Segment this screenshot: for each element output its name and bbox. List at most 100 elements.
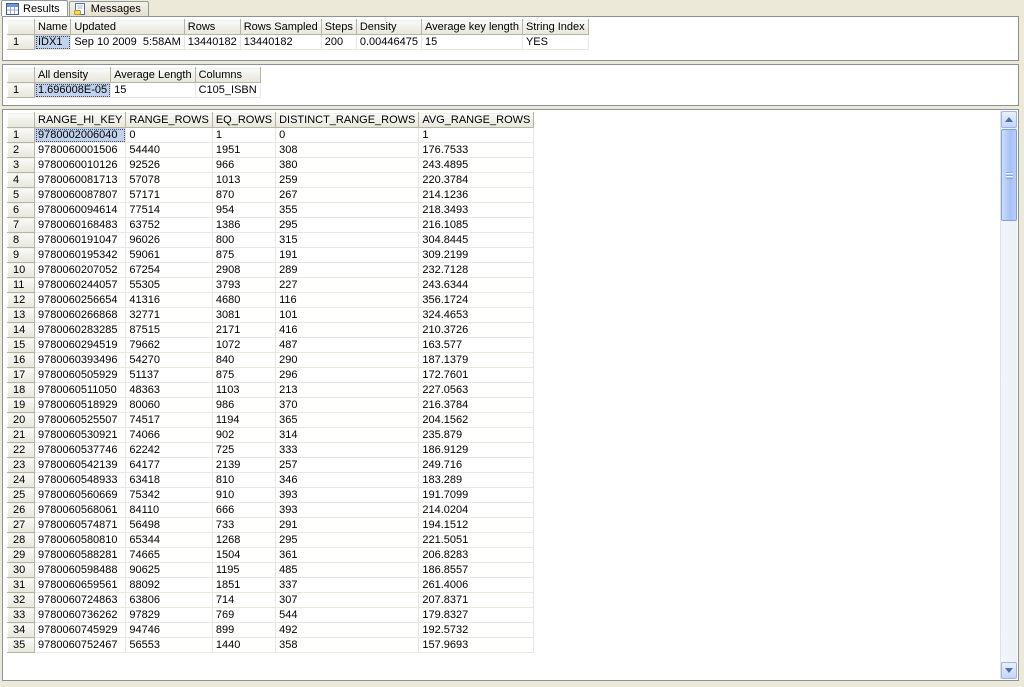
column-header-rows-sampled[interactable]: Rows Sampled bbox=[240, 20, 321, 35]
grid-cell[interactable]: 9780060659561 bbox=[35, 578, 126, 593]
grid-cell[interactable]: 9780060568061 bbox=[35, 503, 126, 518]
grid-cell[interactable]: 227 bbox=[276, 278, 419, 293]
column-header-columns[interactable]: Columns bbox=[195, 68, 260, 83]
grid-cell[interactable]: 0.00446475 bbox=[356, 35, 421, 50]
row-header-cell[interactable]: 20 bbox=[8, 413, 35, 428]
row-header-cell[interactable]: 9 bbox=[8, 248, 35, 263]
grid-cell[interactable]: 232.7128 bbox=[419, 263, 534, 278]
column-header-eq-rows[interactable]: EQ_ROWS bbox=[212, 113, 275, 128]
row-header-cell[interactable]: 10 bbox=[8, 263, 35, 278]
grid-cell[interactable]: 296 bbox=[276, 368, 419, 383]
grid-cell[interactable]: 64177 bbox=[126, 458, 212, 473]
row-header-cell[interactable]: 8 bbox=[8, 233, 35, 248]
grid-cell[interactable]: 116 bbox=[276, 293, 419, 308]
grid-cell[interactable]: 356.1724 bbox=[419, 293, 534, 308]
grid-cell[interactable]: 954 bbox=[212, 203, 275, 218]
column-header-name[interactable]: Name bbox=[35, 20, 71, 35]
grid-cell[interactable]: 204.1562 bbox=[419, 413, 534, 428]
grid-cell[interactable]: 48363 bbox=[126, 383, 212, 398]
grid-cell[interactable]: 94746 bbox=[126, 623, 212, 638]
grid-cell[interactable]: 416 bbox=[276, 323, 419, 338]
column-header-rows[interactable]: Rows bbox=[184, 20, 240, 35]
row-header-cell[interactable]: 33 bbox=[8, 608, 35, 623]
row-header-cell[interactable]: 1 bbox=[8, 128, 35, 143]
column-header-distinct-range-rows[interactable]: DISTINCT_RANGE_ROWS bbox=[276, 113, 419, 128]
grid-cell[interactable]: 9780060393496 bbox=[35, 353, 126, 368]
grid-cell[interactable]: 176.7533 bbox=[419, 143, 534, 158]
grid-cell[interactable]: 487 bbox=[276, 338, 419, 353]
row-header-cell[interactable]: 27 bbox=[8, 518, 35, 533]
grid-cell[interactable]: 666 bbox=[212, 503, 275, 518]
row-header-cell[interactable]: 19 bbox=[8, 398, 35, 413]
row-header-cell[interactable]: 26 bbox=[8, 503, 35, 518]
grid-cell[interactable]: 9780060001506 bbox=[35, 143, 126, 158]
grid-cell[interactable]: 163.577 bbox=[419, 338, 534, 353]
grid-cell[interactable]: 15 bbox=[111, 83, 195, 98]
grid-cell[interactable]: 9780060094614 bbox=[35, 203, 126, 218]
grid-cell[interactable]: 307 bbox=[276, 593, 419, 608]
row-header-cell[interactable]: 1 bbox=[8, 83, 35, 98]
grid-cell[interactable]: 56498 bbox=[126, 518, 212, 533]
grid-cell[interactable]: 393 bbox=[276, 488, 419, 503]
grid-cell[interactable]: 1504 bbox=[212, 548, 275, 563]
grid-cell[interactable]: 9780060168483 bbox=[35, 218, 126, 233]
grid-cell[interactable]: 1195 bbox=[212, 563, 275, 578]
grid-cell[interactable]: 97829 bbox=[126, 608, 212, 623]
grid-cell[interactable]: 221.5051 bbox=[419, 533, 534, 548]
grid-cell[interactable]: 67254 bbox=[126, 263, 212, 278]
grid-cell[interactable]: 13440182 bbox=[184, 35, 240, 50]
grid-cell[interactable]: 214.0204 bbox=[419, 503, 534, 518]
grid-cell[interactable]: 261.4006 bbox=[419, 578, 534, 593]
grid-cell[interactable]: 9780060530921 bbox=[35, 428, 126, 443]
grid-cell[interactable]: 485 bbox=[276, 563, 419, 578]
grid-cell[interactable]: 9780060752467 bbox=[35, 638, 126, 653]
grid-cell[interactable]: 2139 bbox=[212, 458, 275, 473]
row-header-cell[interactable]: 17 bbox=[8, 368, 35, 383]
grid-cell[interactable]: 9780060580810 bbox=[35, 533, 126, 548]
grid-cell[interactable]: 80060 bbox=[126, 398, 212, 413]
scroll-up-button[interactable] bbox=[1001, 111, 1017, 128]
grid-cell[interactable]: 1 bbox=[419, 128, 534, 143]
grid-cell[interactable]: 870 bbox=[212, 188, 275, 203]
grid-cell[interactable]: 308 bbox=[276, 143, 419, 158]
column-header-steps[interactable]: Steps bbox=[321, 20, 356, 35]
vertical-scrollbar[interactable] bbox=[1000, 111, 1017, 679]
grid-cell[interactable]: Sep 10 2009 5:58AM bbox=[71, 35, 184, 50]
grid-cell[interactable]: 333 bbox=[276, 443, 419, 458]
grid-cell[interactable]: 186.9129 bbox=[419, 443, 534, 458]
grid-cell[interactable]: 492 bbox=[276, 623, 419, 638]
grid-cell[interactable]: 315 bbox=[276, 233, 419, 248]
grid-cell[interactable]: 725 bbox=[212, 443, 275, 458]
grid-cell[interactable]: 295 bbox=[276, 218, 419, 233]
grid-cell[interactable]: 63752 bbox=[126, 218, 212, 233]
grid-cell[interactable]: 92526 bbox=[126, 158, 212, 173]
row-header-cell[interactable]: 16 bbox=[8, 353, 35, 368]
corner-header-cell[interactable] bbox=[8, 113, 35, 128]
grid-cell[interactable]: 9780060574871 bbox=[35, 518, 126, 533]
row-header-cell[interactable]: 29 bbox=[8, 548, 35, 563]
grid-cell[interactable]: 90625 bbox=[126, 563, 212, 578]
row-header-cell[interactable]: 21 bbox=[8, 428, 35, 443]
grid-cell[interactable]: 63806 bbox=[126, 593, 212, 608]
row-header-cell[interactable]: 22 bbox=[8, 443, 35, 458]
grid-cell[interactable]: 355 bbox=[276, 203, 419, 218]
grid-cell[interactable]: 902 bbox=[212, 428, 275, 443]
corner-header-cell[interactable] bbox=[8, 20, 35, 35]
row-header-cell[interactable]: 15 bbox=[8, 338, 35, 353]
column-header-average-length[interactable]: Average Length bbox=[111, 68, 195, 83]
grid-cell[interactable]: 1103 bbox=[212, 383, 275, 398]
grid-cell[interactable]: 179.8327 bbox=[419, 608, 534, 623]
grid-cell[interactable]: 257 bbox=[276, 458, 419, 473]
grid-cell[interactable]: 370 bbox=[276, 398, 419, 413]
grid-cell[interactable]: 289 bbox=[276, 263, 419, 278]
grid-cell[interactable]: 3081 bbox=[212, 308, 275, 323]
tab-results[interactable]: Results bbox=[1, 0, 68, 16]
grid-cell[interactable]: 9780060511050 bbox=[35, 383, 126, 398]
grid-cell[interactable]: 157.9693 bbox=[419, 638, 534, 653]
grid-cell[interactable]: 74665 bbox=[126, 548, 212, 563]
grid-cell[interactable]: 9780060736262 bbox=[35, 608, 126, 623]
grid-cell[interactable]: 9780060745929 bbox=[35, 623, 126, 638]
grid-cell[interactable]: 57078 bbox=[126, 173, 212, 188]
grid-cell[interactable]: 9780060542139 bbox=[35, 458, 126, 473]
row-header-cell[interactable]: 12 bbox=[8, 293, 35, 308]
